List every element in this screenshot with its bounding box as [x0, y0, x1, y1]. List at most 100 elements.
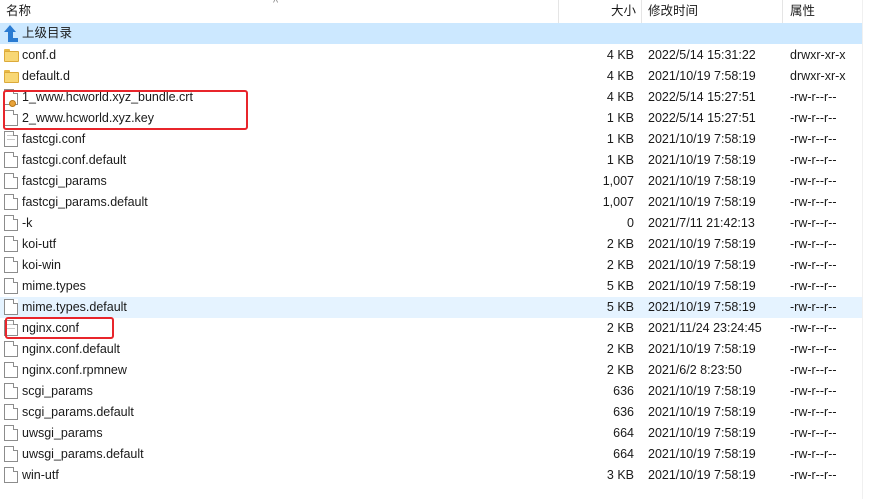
- file-modified: 2021/10/19 7:58:19: [648, 258, 756, 272]
- file-row[interactable]: default.d 4 KB 2021/10/19 7:58:19 drwxr-xr-…: [0, 66, 862, 87]
- file-icon: [4, 467, 18, 483]
- file-name: fastcgi.conf: [22, 132, 86, 146]
- file-row[interactable]: koi-utf 2 KB 2021/10/19 7:58:19 -rw-r--r--: [0, 234, 862, 255]
- file-row[interactable]: fastcgi_params.default 1,007 2021/10/19 7:…: [0, 192, 862, 213]
- column-header-size[interactable]: 大小: [611, 0, 636, 23]
- text-file-icon: [4, 131, 18, 147]
- file-modified: 2021/10/19 7:58:19: [648, 426, 756, 440]
- file-icon: [4, 425, 18, 441]
- file-attributes: -rw-r--r--: [790, 174, 837, 188]
- file-name: uwsgi_params: [22, 426, 103, 440]
- column-divider[interactable]: [782, 0, 783, 23]
- file-icon: [4, 152, 18, 168]
- file-attributes: -rw-r--r--: [790, 237, 837, 251]
- file-attributes: -rw-r--r--: [790, 342, 837, 356]
- file-icon: [4, 446, 18, 462]
- file-size: 5 KB: [606, 279, 634, 293]
- file-icon: [4, 278, 18, 294]
- highlight-box-nginx-conf: [5, 317, 114, 339]
- file-row[interactable]: nginx.conf.rpmnew 2 KB 2021/6/2 8:23:50 -rw…: [0, 360, 862, 381]
- file-modified: 2021/10/19 7:58:19: [648, 384, 756, 398]
- column-header-modified[interactable]: 修改时间: [648, 0, 698, 23]
- file-name: default.d: [22, 69, 70, 83]
- file-attributes: -rw-r--r--: [790, 132, 837, 146]
- file-modified: 2021/10/19 7:58:19: [648, 447, 756, 461]
- column-header-name[interactable]: 名称: [6, 0, 31, 23]
- file-row[interactable]: scgi_params.default 636 2021/10/19 7:58:19…: [0, 402, 862, 423]
- file-row[interactable]: mime.types 5 KB 2021/10/19 7:58:19 -rw-r--r…: [0, 276, 862, 297]
- file-size: 0: [627, 216, 634, 230]
- file-name: nginx.conf.default: [22, 342, 120, 356]
- folder-icon: [4, 70, 19, 83]
- file-size: 1,007: [602, 195, 634, 209]
- column-divider[interactable]: [558, 0, 559, 23]
- file-attributes: -rw-r--r--: [790, 90, 837, 104]
- file-attributes: drwxr-xr-x: [790, 69, 846, 83]
- file-row[interactable]: fastcgi.conf 1 KB 2021/10/19 7:58:19 -rw-r-…: [0, 129, 862, 150]
- file-size: 2 KB: [606, 258, 634, 272]
- file-name: koi-win: [22, 258, 61, 272]
- file-size: 1 KB: [606, 132, 634, 146]
- file-name: scgi_params.default: [22, 405, 134, 419]
- file-row[interactable]: scgi_params 636 2021/10/19 7:58:19 -rw-r--r…: [0, 381, 862, 402]
- file-modified: 2021/7/11 21:42:13: [648, 216, 755, 230]
- file-size: 3 KB: [606, 468, 634, 482]
- file-attributes: -rw-r--r--: [790, 195, 837, 209]
- file-row[interactable]: mime.types.default 5 KB 2021/10/19 7:58:19…: [0, 297, 862, 318]
- file-name: fastcgi.conf.default: [22, 153, 127, 167]
- file-attributes: -rw-r--r--: [790, 153, 837, 167]
- file-modified: 2021/10/19 7:58:19: [648, 300, 756, 314]
- file-size: 4 KB: [606, 69, 634, 83]
- file-modified: 2021/10/19 7:58:19: [648, 237, 756, 251]
- file-size: 2 KB: [606, 363, 634, 377]
- file-name: nginx.conf.rpmnew: [22, 363, 127, 377]
- file-name: win-utf: [22, 468, 59, 482]
- column-header-bar: 名称 ^ 大小 修改时间 属性: [0, 0, 862, 24]
- file-icon: [4, 173, 18, 189]
- file-size: 4 KB: [606, 90, 634, 104]
- file-icon: [4, 194, 18, 210]
- file-row[interactable]: uwsgi_params.default 664 2021/10/19 7:58:1…: [0, 444, 862, 465]
- file-attributes: -rw-r--r--: [790, 321, 837, 335]
- file-row[interactable]: conf.d 4 KB 2022/5/14 15:31:22 drwxr-xr-x: [0, 45, 862, 66]
- column-divider[interactable]: [641, 0, 642, 23]
- column-header-attributes[interactable]: 属性: [790, 0, 815, 23]
- file-attributes: -rw-r--r--: [790, 426, 837, 440]
- file-modified: 2021/10/19 7:58:19: [648, 279, 756, 293]
- file-icon: [4, 215, 18, 231]
- file-attributes: -rw-r--r--: [790, 300, 837, 314]
- file-modified: 2021/10/19 7:58:19: [648, 174, 756, 188]
- file-row[interactable]: fastcgi_params 1,007 2021/10/19 7:58:19 -rw…: [0, 171, 862, 192]
- file-name: fastcgi_params: [22, 174, 107, 188]
- file-size: 1 KB: [606, 111, 634, 125]
- file-icon: [4, 404, 18, 420]
- file-row[interactable]: win-utf 3 KB 2021/10/19 7:58:19 -rw-r--r--: [0, 465, 862, 486]
- file-modified: 2021/10/19 7:58:19: [648, 153, 756, 167]
- parent-directory-label: 上级目录: [22, 26, 73, 40]
- file-icon: [4, 236, 18, 252]
- parent-directory-row[interactable]: 上级目录: [0, 23, 862, 44]
- file-size: 2 KB: [606, 342, 634, 356]
- file-row[interactable]: nginx.conf 2 KB 2021/11/24 23:24:45 -rw-r--…: [0, 318, 862, 339]
- file-name: mime.types: [22, 279, 86, 293]
- file-name: uwsgi_params.default: [22, 447, 144, 461]
- file-icon: [4, 341, 18, 357]
- folder-icon: [4, 49, 19, 62]
- file-row[interactable]: fastcgi.conf.default 1 KB 2021/10/19 7:58:…: [0, 150, 862, 171]
- file-row[interactable]: uwsgi_params 664 2021/10/19 7:58:19 -rw-r--…: [0, 423, 862, 444]
- file-size: 5 KB: [606, 300, 634, 314]
- file-modified: 2021/10/19 7:58:19: [648, 468, 756, 482]
- file-attributes: -rw-r--r--: [790, 111, 837, 125]
- file-modified: 2022/5/14 15:27:51: [648, 90, 756, 104]
- file-row[interactable]: -k 0 2021/7/11 21:42:13 -rw-r--r--: [0, 213, 862, 234]
- file-row[interactable]: koi-win 2 KB 2021/10/19 7:58:19 -rw-r--r--: [0, 255, 862, 276]
- file-name: koi-utf: [22, 237, 57, 251]
- file-attributes: drwxr-xr-x: [790, 48, 846, 62]
- file-name: -k: [22, 216, 33, 230]
- file-icon: [4, 362, 18, 378]
- file-size: 636: [613, 405, 634, 419]
- file-modified: 2021/11/24 23:24:45: [648, 321, 762, 335]
- scrollbar-track[interactable]: [862, 0, 880, 499]
- file-name: conf.d: [22, 48, 57, 62]
- file-row[interactable]: nginx.conf.default 2 KB 2021/10/19 7:58:19…: [0, 339, 862, 360]
